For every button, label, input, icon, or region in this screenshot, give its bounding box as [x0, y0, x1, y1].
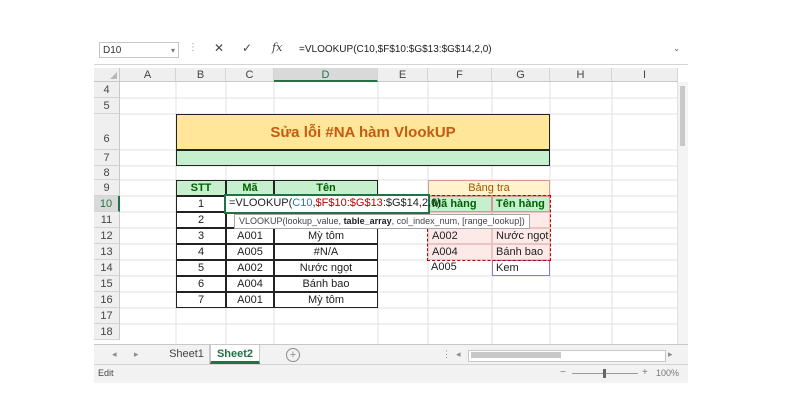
row-header-14[interactable]: 14 [94, 260, 120, 276]
header-stt[interactable]: STT [176, 180, 226, 196]
zoom-slider-handle[interactable] [603, 369, 606, 378]
table-cell-stt[interactable]: 4 [176, 244, 226, 260]
column-header-d[interactable]: D [274, 68, 378, 82]
status-bar: Edit − + 100% [94, 364, 688, 383]
formula-part-ref1: C10 [292, 197, 313, 209]
row-header-4[interactable]: 4 [94, 82, 120, 98]
row-header-17[interactable]: 17 [94, 308, 120, 324]
formula-part-function: =VLOOKUP( [229, 197, 293, 209]
lookup-cell-ma[interactable]: A002 [428, 228, 492, 244]
expand-formula-bar-icon[interactable]: ⌄ [673, 44, 680, 53]
table-cell-stt[interactable]: 5 [176, 260, 226, 276]
row-header-16[interactable]: 16 [94, 292, 120, 308]
row-header-13[interactable]: 13 [94, 244, 120, 260]
row-header-11[interactable]: 11 [94, 212, 120, 228]
worksheet-grid: A B C D E F G H I 4 5 6 7 8 9 10 11 12 1… [94, 68, 678, 344]
vertical-scrollbar[interactable] [677, 82, 688, 344]
tooltip-part-3: , col_index_num, [range_lookup]) [391, 216, 525, 226]
row-header-10[interactable]: 10 [94, 196, 120, 212]
tab-next-icon[interactable]: ▸ [134, 349, 139, 360]
row-header-18[interactable]: 18 [94, 324, 120, 340]
formula-bar: D10 ▾ ⋮ ✕ ✓ fx =VLOOKUP(C10,$F$10:$G$13:… [94, 36, 688, 65]
column-header-e[interactable]: E [378, 68, 428, 82]
table-cell-ma[interactable]: A001 [226, 292, 274, 308]
enter-icon[interactable]: ✓ [242, 41, 252, 55]
tab-prev-icon[interactable]: ◂ [112, 349, 117, 360]
table-cell-stt[interactable]: 6 [176, 276, 226, 292]
table-cell-ma[interactable]: A002 [226, 260, 274, 276]
zoom-out-icon[interactable]: − [560, 367, 566, 378]
sheet-title[interactable]: Sửa lỗi #NA hàm VlookUP [176, 114, 550, 150]
table-cell-stt[interactable]: 7 [176, 292, 226, 308]
row-header-12[interactable]: 12 [94, 228, 120, 244]
lookup-cell-ma[interactable]: A005 [428, 260, 492, 276]
green-band[interactable] [176, 150, 550, 166]
column-header-h[interactable]: H [550, 68, 612, 82]
active-cell-editor[interactable]: =VLOOKUP(C10,$F$10:$G$13:$G$14,2,0) [224, 194, 441, 214]
column-header-b[interactable]: B [176, 68, 226, 82]
table-cell-ma[interactable]: A005 [226, 244, 274, 260]
name-box-dropdown-icon[interactable]: ▾ [171, 43, 175, 59]
table-cell-ten[interactable]: #N/A [274, 244, 378, 260]
table-cell-ten[interactable]: Bánh bao [274, 276, 378, 292]
lookup-cell-ten[interactable]: Nước ngọt [492, 228, 550, 244]
table-cell-stt[interactable]: 3 [176, 228, 226, 244]
add-sheet-icon[interactable]: + [286, 348, 300, 362]
tooltip-part-2: table_array [343, 216, 392, 226]
tab-sheet1[interactable]: Sheet1 [164, 345, 210, 364]
table-cell-stt[interactable]: 1 [176, 196, 226, 212]
table-cell-ten[interactable]: Nước ngọt [274, 260, 378, 276]
hscroll-left-icon[interactable]: ◂ [456, 349, 461, 360]
row-header-8[interactable]: 8 [94, 166, 120, 180]
vertical-scroll-thumb[interactable] [680, 86, 685, 146]
hscroll-right-icon[interactable]: ▸ [668, 349, 673, 360]
lookup-cell-ma[interactable]: A004 [428, 244, 492, 260]
tab-split-icon[interactable]: ⋮ [442, 349, 451, 360]
insert-function-icon[interactable]: fx [272, 41, 282, 54]
lookup-cell-ten[interactable]: Bánh bao [492, 244, 550, 260]
name-box[interactable]: D10 ▾ [99, 42, 179, 58]
table-cell-ma[interactable]: A001 [226, 228, 274, 244]
name-box-value: D10 [103, 45, 122, 56]
table-cell-ten[interactable]: Mỳ tôm [274, 292, 378, 308]
column-header-i[interactable]: I [612, 68, 678, 82]
lookup-header-ten-hang[interactable]: Tên hàng [492, 196, 550, 212]
row-header-6[interactable]: 6 [94, 114, 120, 150]
zoom-in-icon[interactable]: + [642, 367, 648, 378]
excel-window: D10 ▾ ⋮ ✕ ✓ fx =VLOOKUP(C10,$F$10:$G$13:… [94, 36, 688, 383]
cancel-icon[interactable]: ✕ [214, 41, 224, 55]
column-header-c[interactable]: C [226, 68, 274, 82]
select-all-button[interactable] [94, 68, 120, 82]
column-header-a[interactable]: A [120, 68, 176, 82]
tooltip-part-1: VLOOKUP(lookup_value, [239, 216, 344, 226]
lookup-cell-ten[interactable]: Kem [492, 260, 550, 276]
column-header-g[interactable]: G [492, 68, 550, 82]
row-header-15[interactable]: 15 [94, 276, 120, 292]
table-cell-ten[interactable]: Mỳ tôm [274, 228, 378, 244]
table-cell-ma[interactable]: A004 [226, 276, 274, 292]
horizontal-scroll-thumb[interactable] [471, 352, 561, 358]
formula-part-ref2: $F$10:$G$13 [315, 197, 383, 209]
lookup-title[interactable]: Bảng tra [428, 180, 550, 196]
zoom-level[interactable]: 100% [656, 368, 679, 378]
row-header-7[interactable]: 7 [94, 150, 120, 166]
formula-part-rest: :$G$14,2,0) [382, 197, 441, 209]
column-header-f[interactable]: F [428, 68, 492, 82]
formula-bar-grip-icon: ⋮ [188, 42, 198, 53]
formula-input[interactable]: =VLOOKUP(C10,$F$10:$G$13:$G$14,2,0) [299, 42, 679, 58]
status-mode: Edit [98, 368, 114, 378]
row-header-5[interactable]: 5 [94, 98, 120, 114]
sheet-tab-bar: ◂ ▸ Sheet1 Sheet2 + ⋮ ◂ ▸ [94, 344, 688, 365]
table-cell-stt[interactable]: 2 [176, 212, 226, 228]
function-tooltip: VLOOKUP(lookup_value, table_array, col_i… [234, 214, 530, 229]
horizontal-scrollbar[interactable] [468, 350, 666, 362]
tab-sheet2[interactable]: Sheet2 [210, 345, 260, 364]
row-header-9[interactable]: 9 [94, 180, 120, 196]
